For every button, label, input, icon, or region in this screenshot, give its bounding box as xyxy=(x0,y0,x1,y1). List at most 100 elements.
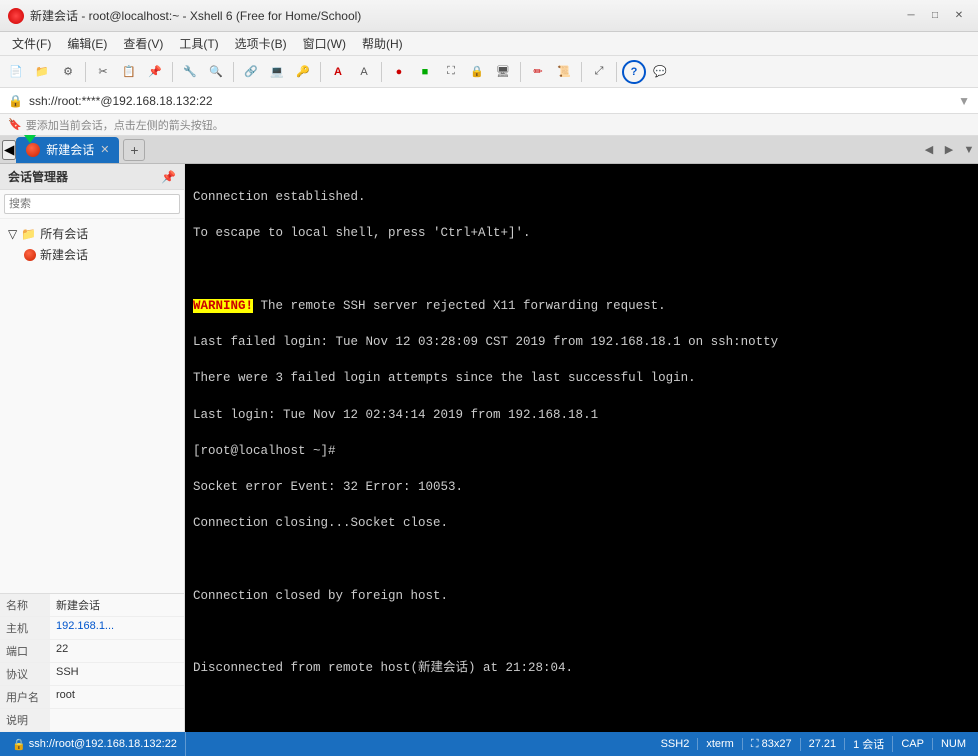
minimize-button[interactable]: ─ xyxy=(900,6,922,26)
prop-key-port: 端口 xyxy=(0,640,50,662)
status-cap: CAP xyxy=(893,738,933,750)
new-tab-button[interactable]: + xyxy=(123,139,145,161)
tree-item-new-session[interactable]: 新建会话 xyxy=(0,244,184,265)
toolbar-sep-2 xyxy=(172,62,173,82)
toolbar-font2[interactable]: A xyxy=(352,60,376,84)
toolbar-pencil[interactable]: ✏ xyxy=(526,60,550,84)
tab-row: ◀ 新建会话 ✕ + ◀ ▶ ▼ xyxy=(0,136,978,164)
prop-port: 端口 22 xyxy=(0,640,184,663)
tab-menu[interactable]: ▼ xyxy=(960,139,978,161)
tab-new-session[interactable]: 新建会话 ✕ xyxy=(16,137,119,163)
term-line-3 xyxy=(193,261,970,279)
menu-tabs[interactable]: 选项卡(B) xyxy=(227,33,295,54)
tab-close-btn[interactable]: ✕ xyxy=(100,143,109,156)
toolbar-help[interactable]: ? xyxy=(622,60,646,84)
status-encoding: xterm xyxy=(698,738,743,750)
status-num: NUM xyxy=(933,738,974,750)
term-line-9: Socket error Event: 32 Error: 10053. xyxy=(193,478,970,496)
sidebar: 会话管理器 📌 ▽ 📁 所有会话 新建会话 名称 新建会话 主机 xyxy=(0,164,185,732)
menu-edit[interactable]: 编辑(E) xyxy=(59,33,115,54)
menu-tools[interactable]: 工具(T) xyxy=(171,33,226,54)
tab-session-icon xyxy=(26,143,40,157)
toolbar-resize[interactable]: ⤢ xyxy=(587,60,611,84)
toolbar-search[interactable]: 🔍 xyxy=(204,60,228,84)
toolbar-open[interactable]: 📁 xyxy=(30,60,54,84)
status-path-text: ssh://root@192.168.18.132:22 xyxy=(29,738,177,750)
term-line-14: Disconnected from remote host(新建会话) at 2… xyxy=(193,659,970,677)
term-line-4: WARNING! The remote SSH server rejected … xyxy=(193,297,970,315)
sidebar-search xyxy=(0,190,184,219)
prop-key-name: 名称 xyxy=(0,594,50,616)
bookmark-icon: 🔖 xyxy=(8,118,22,131)
term-warning-1: WARNING! xyxy=(193,299,253,313)
status-bar: 🔒 ssh://root@192.168.18.132:22 SSH2 xter… xyxy=(0,732,978,756)
prop-val-desc xyxy=(50,709,184,731)
menu-window[interactable]: 窗口(W) xyxy=(295,33,354,54)
tab-scroll-left[interactable]: ◀ xyxy=(920,139,938,161)
tab-scroll-right[interactable]: ▶ xyxy=(940,139,958,161)
status-size-icon: ⛶ xyxy=(751,738,759,751)
pin-icon[interactable]: 📌 xyxy=(161,170,176,184)
toolbar: 📄 📁 ⚙ ✂ 📋 📌 🔧 🔍 🔗 💻 🔑 A A ● ■ ⛶ 🔒 🖥 ✏ 📜 … xyxy=(0,56,978,88)
toolbar-font[interactable]: A xyxy=(326,60,350,84)
lock-icon: 🔒 xyxy=(8,94,23,108)
term-line-8: [root@localhost ~]# xyxy=(193,442,970,460)
prop-name: 名称 新建会话 xyxy=(0,594,184,617)
tab-label: 新建会话 xyxy=(46,141,94,158)
address-bar: 🔒 ssh://root:****@192.168.18.132:22 ▼ xyxy=(0,88,978,114)
menu-file[interactable]: 文件(F) xyxy=(4,33,59,54)
sidebar-search-input[interactable] xyxy=(4,194,180,214)
tree-folder-all[interactable]: ▽ 📁 所有会话 xyxy=(0,223,184,244)
toolbar-session[interactable]: 💻 xyxy=(265,60,289,84)
toolbar-sep-6 xyxy=(520,62,521,82)
bookmark-text: 要添加当前会话，点击左侧的箭头按钮。 xyxy=(26,117,224,133)
status-size-text: 83x27 xyxy=(762,738,792,750)
toolbar-key[interactable]: 🔑 xyxy=(291,60,315,84)
toolbar-green[interactable]: ■ xyxy=(413,60,437,84)
tab-arrow xyxy=(24,135,36,143)
toolbar-copy[interactable]: 📋 xyxy=(117,60,141,84)
toolbar-connect[interactable]: 🔗 xyxy=(239,60,263,84)
tree-item-label: 新建会话 xyxy=(40,246,88,263)
toolbar-sep-3 xyxy=(233,62,234,82)
status-path: 🔒 ssh://root@192.168.18.132:22 xyxy=(4,732,186,756)
prop-key-username: 用户名 xyxy=(0,686,50,708)
content-wrapper: 会话管理器 📌 ▽ 📁 所有会话 新建会话 名称 新建会话 主机 xyxy=(0,164,978,732)
toolbar-expand[interactable]: ⛶ xyxy=(439,60,463,84)
tab-nav: ◀ ▶ ▼ xyxy=(920,139,978,161)
prop-key-host: 主机 xyxy=(0,617,50,639)
toolbar-new[interactable]: 📄 xyxy=(4,60,28,84)
folder-label: 所有会话 xyxy=(40,225,88,242)
toolbar-monitor[interactable]: 🖥 xyxy=(491,60,515,84)
menu-help[interactable]: 帮助(H) xyxy=(354,33,411,54)
toolbar-btn1[interactable]: ⚙ xyxy=(56,60,80,84)
toolbar-props[interactable]: 🔧 xyxy=(178,60,202,84)
close-button[interactable]: ✕ xyxy=(948,6,970,26)
prop-username: 用户名 root xyxy=(0,686,184,709)
properties-panel: 名称 新建会话 主机 192.168.1... 端口 22 协议 SSH 用户名… xyxy=(0,593,184,732)
toolbar-cut[interactable]: ✂ xyxy=(91,60,115,84)
prop-host: 主机 192.168.1... xyxy=(0,617,184,640)
status-sessions: 1 会话 xyxy=(845,736,893,752)
toolbar-paste[interactable]: 📌 xyxy=(143,60,167,84)
prop-val-protocol: SSH xyxy=(50,663,184,685)
maximize-button[interactable]: □ xyxy=(924,6,946,26)
terminal-area[interactable]: Connection established. To escape to loc… xyxy=(185,164,978,732)
app-icon xyxy=(8,8,24,24)
toolbar-sep-5 xyxy=(381,62,382,82)
address-dropdown[interactable]: ▼ xyxy=(958,94,970,108)
toolbar-lock[interactable]: 🔒 xyxy=(465,60,489,84)
toolbar-sep-1 xyxy=(85,62,86,82)
status-lock-icon: 🔒 xyxy=(12,738,26,751)
term-line-12: Connection closed by foreign host. xyxy=(193,587,970,605)
sidebar-header: 会话管理器 📌 xyxy=(0,164,184,190)
folder-icon: 📁 xyxy=(21,227,36,241)
toolbar-red[interactable]: ● xyxy=(387,60,411,84)
toolbar-script[interactable]: 📜 xyxy=(552,60,576,84)
toolbar-chat[interactable]: 💬 xyxy=(648,60,672,84)
menu-view[interactable]: 查看(V) xyxy=(115,33,171,54)
prop-desc: 说明 xyxy=(0,709,184,732)
prop-key-protocol: 协议 xyxy=(0,663,50,685)
term-line-15 xyxy=(193,696,970,714)
tab-prev-btn[interactable]: ◀ xyxy=(2,140,16,160)
